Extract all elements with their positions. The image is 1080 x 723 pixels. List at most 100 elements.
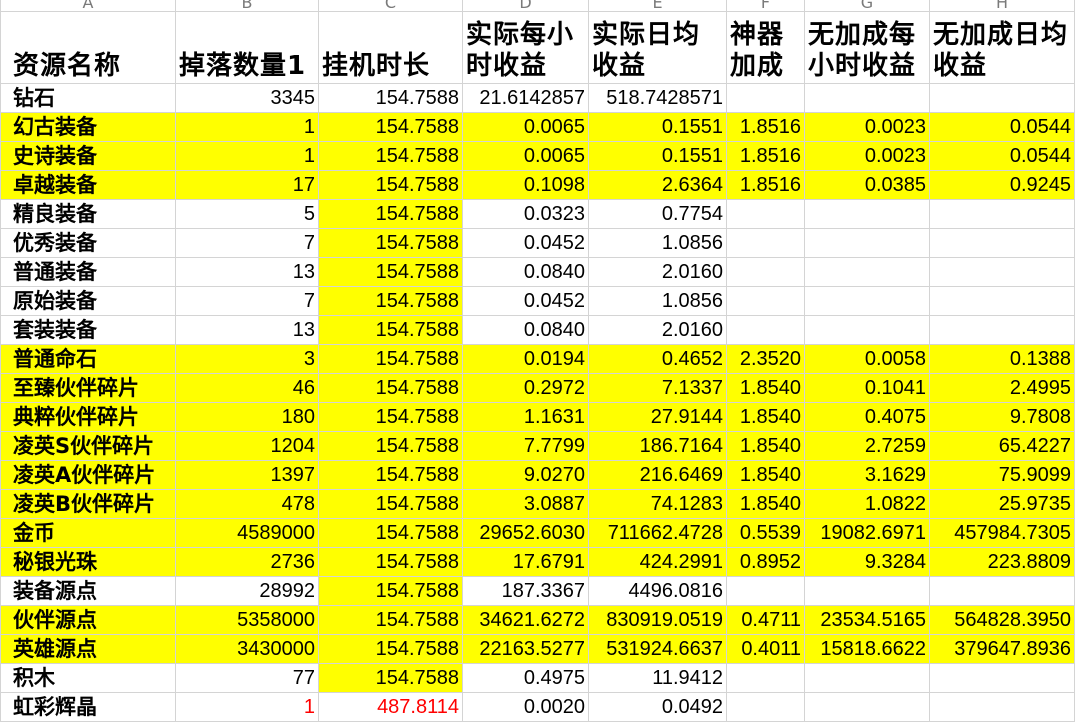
cell-b[interactable]: 180 bbox=[175, 402, 319, 432]
cell-c[interactable]: 154.7588 bbox=[318, 257, 463, 287]
cell-h[interactable] bbox=[929, 199, 1075, 229]
cell-e[interactable]: 1.0856 bbox=[588, 286, 727, 316]
cell-g[interactable]: 3.1629 bbox=[804, 460, 930, 490]
cell-h[interactable] bbox=[929, 576, 1075, 606]
cell-g[interactable]: 0.0023 bbox=[804, 112, 930, 142]
cell-d[interactable]: 0.0452 bbox=[462, 286, 589, 316]
cell-g[interactable] bbox=[804, 692, 930, 722]
cell-g[interactable]: 0.0023 bbox=[804, 141, 930, 171]
cell-b[interactable]: 1204 bbox=[175, 431, 319, 461]
cell-h[interactable] bbox=[929, 286, 1075, 316]
cell-d[interactable]: 29652.6030 bbox=[462, 518, 589, 548]
cell-b[interactable]: 1397 bbox=[175, 460, 319, 490]
cell-e[interactable]: 830919.0519 bbox=[588, 605, 727, 635]
cell-d[interactable]: 187.3367 bbox=[462, 576, 589, 606]
cell-h[interactable]: 379647.8936 bbox=[929, 634, 1075, 664]
cell-h[interactable]: 2.4995 bbox=[929, 373, 1075, 403]
cell-g[interactable]: 0.0058 bbox=[804, 344, 930, 374]
header-cell-h[interactable]: 无加成日均收益 bbox=[929, 11, 1075, 84]
header-cell-b[interactable]: 掉落数量1 bbox=[175, 11, 319, 84]
cell-c[interactable]: 154.7588 bbox=[318, 170, 463, 200]
cell-d[interactable]: 0.4975 bbox=[462, 663, 589, 693]
cell-f[interactable] bbox=[726, 663, 805, 693]
cell-f[interactable]: 1.8540 bbox=[726, 373, 805, 403]
column-header-g[interactable]: G bbox=[804, 0, 930, 12]
cell-d[interactable]: 0.0840 bbox=[462, 257, 589, 287]
cell-f[interactable] bbox=[726, 692, 805, 722]
cell-c[interactable]: 154.7588 bbox=[318, 112, 463, 142]
cell-a[interactable]: 至臻伙伴碎片 bbox=[0, 373, 176, 403]
cell-f[interactable]: 1.8540 bbox=[726, 489, 805, 519]
cell-a[interactable]: 凌英A伙伴碎片 bbox=[0, 460, 176, 490]
cell-g[interactable] bbox=[804, 315, 930, 345]
cell-h[interactable]: 564828.3950 bbox=[929, 605, 1075, 635]
cell-c[interactable]: 154.7588 bbox=[318, 344, 463, 374]
cell-d[interactable]: 0.0065 bbox=[462, 141, 589, 171]
cell-c[interactable]: 154.7588 bbox=[318, 315, 463, 345]
cell-a[interactable]: 原始装备 bbox=[0, 286, 176, 316]
cell-h[interactable]: 0.0544 bbox=[929, 112, 1075, 142]
cell-g[interactable] bbox=[804, 286, 930, 316]
cell-g[interactable]: 0.4075 bbox=[804, 402, 930, 432]
cell-c[interactable]: 154.7588 bbox=[318, 489, 463, 519]
cell-h[interactable] bbox=[929, 83, 1075, 113]
cell-f[interactable]: 2.3520 bbox=[726, 344, 805, 374]
column-header-d[interactable]: D bbox=[462, 0, 589, 12]
cell-c[interactable]: 154.7588 bbox=[318, 518, 463, 548]
cell-d[interactable]: 0.0194 bbox=[462, 344, 589, 374]
cell-e[interactable]: 0.7754 bbox=[588, 199, 727, 229]
cell-a[interactable]: 钻石 bbox=[0, 83, 176, 113]
cell-f[interactable] bbox=[726, 315, 805, 345]
cell-b[interactable]: 77 bbox=[175, 663, 319, 693]
header-cell-f[interactable]: 神器加成 bbox=[726, 11, 805, 84]
cell-h[interactable]: 223.8809 bbox=[929, 547, 1075, 577]
cell-d[interactable]: 17.6791 bbox=[462, 547, 589, 577]
cell-a[interactable]: 典粹伙伴碎片 bbox=[0, 402, 176, 432]
cell-d[interactable]: 1.1631 bbox=[462, 402, 589, 432]
cell-b[interactable]: 4589000 bbox=[175, 518, 319, 548]
cell-c[interactable]: 154.7588 bbox=[318, 605, 463, 635]
cell-a[interactable]: 金币 bbox=[0, 518, 176, 548]
cell-a[interactable]: 卓越装备 bbox=[0, 170, 176, 200]
cell-a[interactable]: 秘银光珠 bbox=[0, 547, 176, 577]
cell-f[interactable]: 1.8540 bbox=[726, 402, 805, 432]
cell-h[interactable]: 75.9099 bbox=[929, 460, 1075, 490]
cell-e[interactable]: 0.1551 bbox=[588, 141, 727, 171]
cell-f[interactable]: 0.4711 bbox=[726, 605, 805, 635]
cell-h[interactable] bbox=[929, 257, 1075, 287]
cell-h[interactable] bbox=[929, 663, 1075, 693]
column-header-c[interactable]: C bbox=[318, 0, 463, 12]
cell-f[interactable] bbox=[726, 257, 805, 287]
cell-h[interactable]: 0.0544 bbox=[929, 141, 1075, 171]
cell-g[interactable]: 15818.6622 bbox=[804, 634, 930, 664]
column-header-h[interactable]: H bbox=[929, 0, 1075, 12]
cell-d[interactable]: 3.0887 bbox=[462, 489, 589, 519]
cell-d[interactable]: 0.0323 bbox=[462, 199, 589, 229]
cell-g[interactable]: 0.1041 bbox=[804, 373, 930, 403]
cell-g[interactable] bbox=[804, 228, 930, 258]
cell-b[interactable]: 2736 bbox=[175, 547, 319, 577]
cell-a[interactable]: 普通命石 bbox=[0, 344, 176, 374]
cell-a[interactable]: 套装装备 bbox=[0, 315, 176, 345]
cell-f[interactable]: 0.5539 bbox=[726, 518, 805, 548]
cell-c[interactable]: 154.7588 bbox=[318, 83, 463, 113]
cell-g[interactable]: 2.7259 bbox=[804, 431, 930, 461]
cell-c[interactable]: 154.7588 bbox=[318, 286, 463, 316]
cell-a[interactable]: 英雄源点 bbox=[0, 634, 176, 664]
cell-c[interactable]: 154.7588 bbox=[318, 663, 463, 693]
cell-g[interactable] bbox=[804, 83, 930, 113]
cell-h[interactable] bbox=[929, 228, 1075, 258]
cell-e[interactable]: 186.7164 bbox=[588, 431, 727, 461]
cell-e[interactable]: 0.4652 bbox=[588, 344, 727, 374]
cell-c[interactable]: 154.7588 bbox=[318, 141, 463, 171]
cell-c[interactable]: 154.7588 bbox=[318, 460, 463, 490]
cell-e[interactable]: 11.9412 bbox=[588, 663, 727, 693]
cell-g[interactable] bbox=[804, 663, 930, 693]
header-cell-g[interactable]: 无加成每小时收益 bbox=[804, 11, 930, 84]
cell-e[interactable]: 216.6469 bbox=[588, 460, 727, 490]
cell-h[interactable] bbox=[929, 692, 1075, 722]
cell-c[interactable]: 487.8114 bbox=[318, 692, 463, 722]
cell-g[interactable]: 0.0385 bbox=[804, 170, 930, 200]
cell-e[interactable]: 74.1283 bbox=[588, 489, 727, 519]
header-cell-d[interactable]: 实际每小时收益 bbox=[462, 11, 589, 84]
